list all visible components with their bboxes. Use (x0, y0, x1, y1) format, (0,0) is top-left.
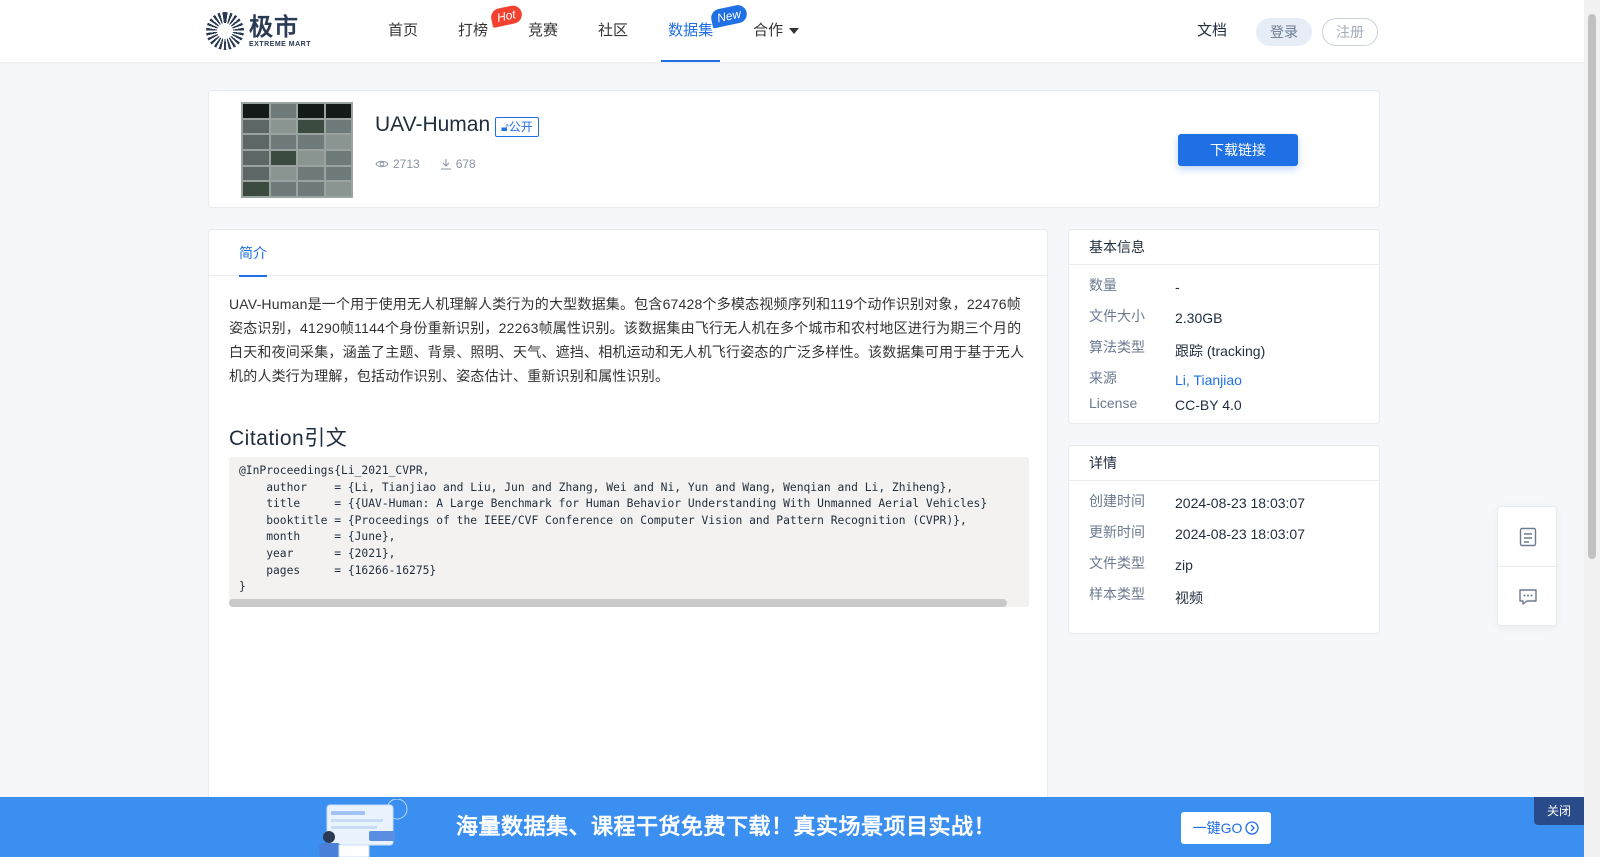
nav-item-competition[interactable]: 竞赛 (508, 0, 578, 62)
basic-info-card: 基本信息 数量 - 文件大小 2.30GB 算法类型 跟踪 (tracking)… (1068, 229, 1380, 424)
info-row: 创建时间 2024-08-23 18:03:07 (1089, 493, 1305, 511)
content-tabs: 简介 (209, 230, 1047, 277)
main-content-card: 简介 UAV-Human是一个用于使用无人机理解人类行为的大型数据集。包含674… (208, 229, 1048, 857)
close-banner-button[interactable]: 关闭 (1534, 797, 1584, 825)
info-row: 更新时间 2024-08-23 18:03:07 (1089, 524, 1305, 542)
logo[interactable]: 极市 EXTREME MART (206, 12, 311, 50)
nav-item-leaderboard[interactable]: 打榜 Hot (438, 0, 524, 62)
visibility-badge: 🔓︎公开 (495, 117, 539, 137)
info-row: 来源 Li, Tianjiao (1089, 370, 1242, 388)
main-nav: 首页 打榜 Hot 竞赛 社区 数据集 New 合作 (368, 0, 819, 62)
download-link-button[interactable]: 下载链接 (1178, 134, 1298, 166)
basic-info-title: 基本信息 (1069, 230, 1379, 265)
info-row: 样本类型 视频 (1089, 586, 1203, 606)
banner-illustration-icon (319, 799, 408, 857)
banner-text: 海量数据集、课程干货免费下载！真实场景项目实战！ (456, 814, 997, 839)
dataset-header-card: UAV-Human 🔓︎公开 2713 678 下载链接 (208, 90, 1380, 208)
details-card: 详情 创建时间 2024-08-23 18:03:07 更新时间 2024-08… (1068, 445, 1380, 634)
info-row: 文件类型 zip (1089, 555, 1193, 573)
views-stat: 2713 (375, 157, 420, 171)
feedback-button[interactable] (1498, 567, 1558, 627)
citation-heading: Citation引文 (229, 427, 348, 450)
top-header: 极市 EXTREME MART 首页 打榜 Hot 竞赛 社区 数据集 New … (0, 0, 1584, 62)
dataset-stats: 2713 678 (375, 157, 496, 171)
page-scrollbar[interactable] (1584, 0, 1600, 857)
code-horizontal-scrollbar[interactable] (229, 599, 1007, 607)
dataset-thumbnail (241, 102, 353, 198)
nav-item-datasets[interactable]: 数据集 New (648, 0, 749, 62)
info-row: 数量 - (1089, 277, 1180, 295)
citation-code-block: @InProceedings{Li_2021_CVPR, author = {L… (229, 457, 1029, 607)
info-row: License CC-BY 4.0 (1089, 395, 1242, 413)
document-icon (1519, 527, 1537, 546)
lock-icon: 🔓︎ (501, 120, 509, 134)
info-row: 文件大小 2.30GB (1089, 308, 1223, 326)
tab-intro[interactable]: 简介 (239, 230, 267, 277)
logo-mark-icon (206, 12, 244, 50)
nav-item-home[interactable]: 首页 (368, 0, 438, 62)
caret-down-icon (789, 28, 800, 35)
go-button[interactable]: 一键GO (1181, 812, 1271, 844)
nav-item-cooperation[interactable]: 合作 (733, 0, 819, 62)
floating-toolbar (1497, 506, 1558, 627)
logo-en-text: EXTREME MART (249, 40, 311, 48)
docs-link[interactable]: 文档 (1197, 0, 1227, 62)
arrow-circle-icon (1245, 821, 1260, 835)
eye-icon (375, 160, 389, 168)
info-row: 算法类型 跟踪 (tracking) (1089, 339, 1266, 359)
citation-code: @InProceedings{Li_2021_CVPR, author = {L… (239, 464, 988, 594)
downloads-stat: 678 (440, 157, 476, 171)
register-button[interactable]: 注册 (1322, 18, 1378, 46)
details-title: 详情 (1069, 446, 1379, 481)
scrollbar-thumb[interactable] (1588, 14, 1596, 559)
notes-button[interactable] (1498, 507, 1558, 567)
logo-cn-text: 极市 (249, 13, 299, 41)
dataset-intro: UAV-Human是一个用于使用无人机理解人类行为的大型数据集。包含67428个… (229, 296, 1025, 384)
dataset-title: UAV-Human (375, 113, 491, 136)
chat-icon (1519, 589, 1537, 605)
source-link[interactable]: Li, Tianjiao (1175, 372, 1242, 388)
download-icon (440, 159, 451, 170)
nav-item-community[interactable]: 社区 (578, 0, 648, 62)
promo-banner: 海量数据集、课程干货免费下载！真实场景项目实战！ 一键GO 关闭 (0, 797, 1584, 857)
login-button[interactable]: 登录 (1256, 18, 1312, 46)
